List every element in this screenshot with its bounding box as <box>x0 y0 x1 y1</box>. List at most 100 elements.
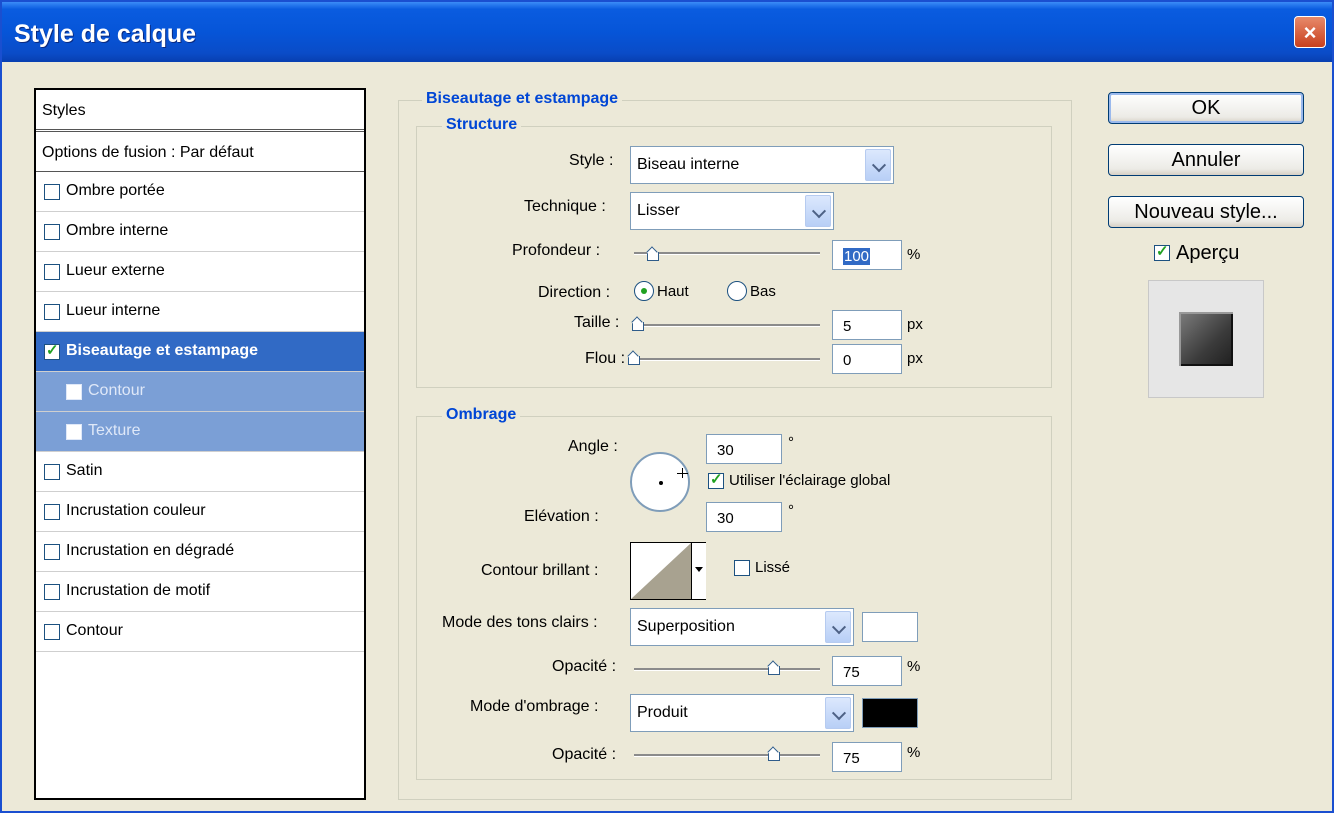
highlight-mode-combo[interactable]: Superposition <box>630 608 854 646</box>
size-value: 5 <box>843 318 852 335</box>
direction-up-radio[interactable] <box>634 281 654 301</box>
depth-value: 100 <box>843 248 871 265</box>
size-field[interactable]: 5 <box>832 310 902 340</box>
direction-label: Direction : <box>538 284 611 301</box>
preview-swatch <box>1179 312 1233 366</box>
shadow-mode-value: Produit <box>637 704 688 721</box>
highlight-opacity-track[interactable] <box>634 668 820 671</box>
altitude-field[interactable]: 30 <box>706 502 782 532</box>
shadow-color-swatch[interactable] <box>862 698 918 728</box>
soften-unit: px <box>907 350 923 367</box>
style-item[interactable]: Texture <box>36 412 364 452</box>
soften-field[interactable]: 0 <box>832 344 902 374</box>
close-button[interactable]: × <box>1294 16 1326 48</box>
style-item[interactable]: Contour <box>36 612 364 652</box>
depth-unit: % <box>907 246 921 263</box>
style-item-label: Incrustation couleur <box>66 502 206 519</box>
style-combo[interactable]: Biseau interne <box>630 146 894 184</box>
style-item-checkbox[interactable] <box>44 304 60 320</box>
style-item[interactable]: Ombre portée <box>36 172 364 212</box>
style-item-label: Incrustation en dégradé <box>66 542 235 559</box>
styles-list: Styles Options de fusion : Par défaut Om… <box>34 88 366 800</box>
new-style-button[interactable]: Nouveau style... <box>1108 196 1304 228</box>
shadow-opacity-track[interactable] <box>634 754 820 757</box>
shading-title: Ombrage <box>442 406 521 424</box>
size-label: Taille : <box>574 314 620 331</box>
soften-label: Flou : <box>585 350 626 367</box>
style-item-checkbox[interactable] <box>44 264 60 280</box>
blend-options-item[interactable]: Options de fusion : Par défaut <box>36 134 364 172</box>
style-item-checkbox[interactable] <box>66 424 82 440</box>
style-item-label: Lueur externe <box>66 262 165 279</box>
shadow-opacity-thumb[interactable] <box>767 748 780 762</box>
soften-slider-track[interactable] <box>634 358 820 361</box>
technique-combo[interactable]: Lisser <box>630 192 834 230</box>
style-item[interactable]: Lueur externe <box>36 252 364 292</box>
style-item-checkbox[interactable] <box>44 504 60 520</box>
preview-label: Aperçu <box>1176 242 1240 264</box>
style-item-label: Contour <box>88 382 145 399</box>
depth-slider-track[interactable] <box>634 252 820 255</box>
soften-slider-thumb[interactable] <box>628 352 640 366</box>
style-item[interactable]: Incrustation couleur <box>36 492 364 532</box>
direction-down-radio[interactable] <box>727 281 747 301</box>
shadow-opacity-field[interactable]: 75 <box>832 742 902 772</box>
style-label: Style : <box>569 152 614 169</box>
style-item-checkbox[interactable] <box>44 544 60 560</box>
style-item-label: Biseautage et estampage <box>66 342 259 359</box>
angle-field[interactable]: 30 <box>706 434 782 464</box>
ok-button[interactable]: OK <box>1108 92 1304 124</box>
style-item-label: Contour <box>66 622 123 639</box>
title-bar[interactable]: Style de calque × <box>2 2 1332 62</box>
highlight-color-swatch[interactable] <box>862 612 918 642</box>
bevel-emboss-title: Biseautage et estampage <box>422 90 623 108</box>
angle-dial[interactable] <box>630 452 690 512</box>
highlight-opacity-thumb[interactable] <box>767 662 780 676</box>
size-slider-track[interactable] <box>634 324 820 327</box>
style-item[interactable]: Satin <box>36 452 364 492</box>
chevron-down-icon[interactable] <box>825 611 851 643</box>
style-item-label: Ombre interne <box>66 222 169 239</box>
style-item[interactable]: Incrustation en dégradé <box>36 532 364 572</box>
global-light-label: Utiliser l'éclairage global <box>729 472 891 489</box>
highlight-mode-label: Mode des tons clairs : <box>442 614 598 631</box>
chevron-down-icon[interactable] <box>865 149 891 181</box>
style-item[interactable]: Contour <box>36 372 364 412</box>
style-item[interactable]: Incrustation de motif <box>36 572 364 612</box>
depth-field[interactable]: 100 <box>832 240 902 270</box>
antialias-label: Lissé <box>755 559 791 576</box>
contour-preview-icon <box>631 543 691 599</box>
depth-slider-thumb[interactable] <box>646 248 659 262</box>
style-item-label: Ombre portée <box>66 182 165 199</box>
style-item-checkbox[interactable] <box>44 464 60 480</box>
antialias-checkbox[interactable] <box>734 560 750 576</box>
style-item-checkbox[interactable] <box>44 624 60 640</box>
highlight-opacity-unit: % <box>907 658 921 675</box>
style-item-label: Texture <box>88 422 141 439</box>
dialog-title: Style de calque <box>14 20 197 48</box>
style-item-checkbox[interactable] <box>44 184 60 200</box>
angle-unit: ° <box>788 434 794 451</box>
angle-value: 30 <box>717 442 734 459</box>
style-item[interactable]: Ombre interne <box>36 212 364 252</box>
chevron-down-icon[interactable] <box>825 697 851 729</box>
gloss-contour-picker[interactable] <box>630 542 706 600</box>
structure-title: Structure <box>442 116 522 134</box>
technique-value: Lisser <box>637 202 680 219</box>
style-item-checkbox[interactable] <box>44 341 60 360</box>
preview-checkbox[interactable] <box>1154 242 1170 261</box>
style-item-checkbox[interactable] <box>44 584 60 600</box>
size-slider-thumb[interactable] <box>631 318 644 332</box>
shadow-mode-combo[interactable]: Produit <box>630 694 854 732</box>
cancel-button[interactable]: Annuler <box>1108 144 1304 176</box>
style-item[interactable]: Biseautage et estampage <box>36 332 364 372</box>
global-light-checkbox[interactable] <box>708 470 724 489</box>
style-item-checkbox[interactable] <box>66 384 82 400</box>
chevron-down-icon[interactable] <box>805 195 831 227</box>
style-item[interactable]: Lueur interne <box>36 292 364 332</box>
style-item-label: Incrustation de motif <box>66 582 211 599</box>
shadow-opacity-unit: % <box>907 744 921 761</box>
style-item-checkbox[interactable] <box>44 224 60 240</box>
highlight-opacity-field[interactable]: 75 <box>832 656 902 686</box>
styles-header[interactable]: Styles <box>36 90 364 132</box>
